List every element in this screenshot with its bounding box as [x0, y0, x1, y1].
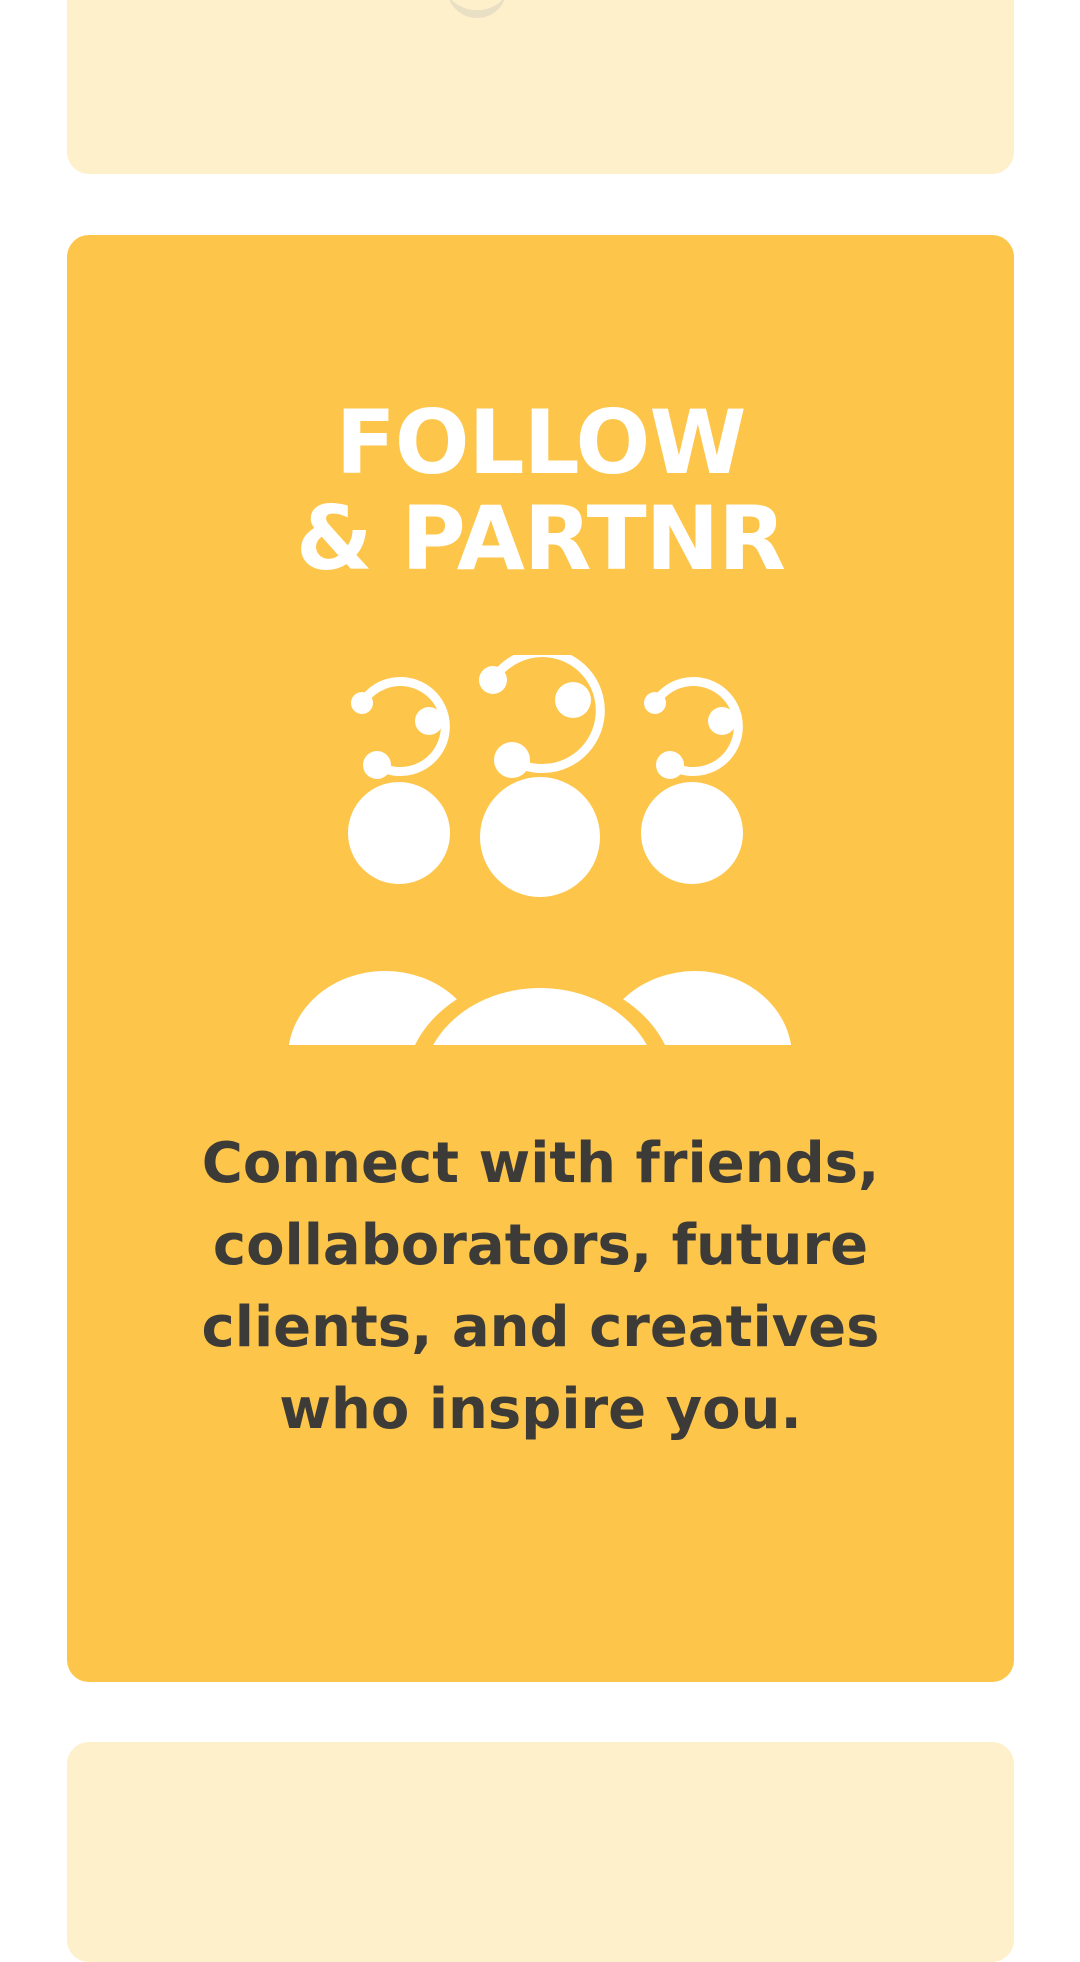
card-title-line-1: FOLLOW	[335, 391, 747, 494]
card-title: FOLLOW & PARTNR	[67, 395, 1014, 587]
card-title-line-2: & PARTNR	[295, 487, 786, 590]
previous-card-partial-text	[447, 0, 507, 18]
previous-card[interactable]	[67, 0, 1014, 174]
follow-partnr-card[interactable]: FOLLOW & PARTNR Connect with friends, co…	[67, 235, 1014, 1682]
card-description: Connect with friends, collaborators, fut…	[201, 1131, 880, 1442]
next-card[interactable]	[67, 1742, 1014, 1962]
community-network-icon	[289, 655, 791, 1045]
